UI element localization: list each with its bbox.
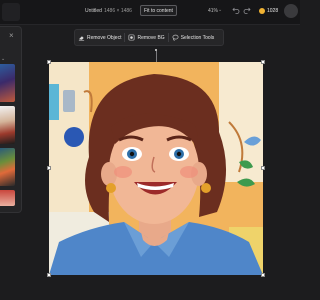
resize-handle-top-left[interactable] [47,60,51,64]
rotate-handle-line [155,51,157,62]
panel-chevron-icon[interactable]: ⌄ [1,56,5,62]
resize-handle-left[interactable] [47,166,51,170]
selection-tools-button[interactable]: Selection Tools [169,30,218,45]
eraser-icon [78,36,85,41]
remove-object-button[interactable]: Remove Object [75,30,124,45]
document-title[interactable]: Untitled [85,8,102,14]
remove-bg-icon [129,34,135,41]
fit-to-content-button[interactable]: Fit to content [140,5,177,16]
app-logo[interactable] [2,3,20,21]
remove-object-label: Remove Object [87,34,122,41]
gallery-thumbnail[interactable] [0,106,15,144]
image-canvas[interactable] [49,62,263,275]
undo-icon[interactable] [232,6,240,14]
credits-value: 1028 [267,8,279,14]
portrait-illustration [49,62,263,275]
resize-handle-bottom-left[interactable] [47,273,51,277]
resize-handle-right[interactable] [261,166,265,170]
zoom-chevron-down-icon[interactable]: ⌄ [218,7,222,13]
gallery-thumbnail[interactable] [0,148,15,186]
selection-tools-label: Selection Tools [180,34,215,41]
resize-handle-bottom-right[interactable] [261,273,265,277]
credits-counter[interactable]: 1028 [259,7,278,15]
remove-bg-button[interactable]: Remove BG [125,30,167,45]
redo-icon[interactable] [243,6,251,14]
zoom-level[interactable]: 41% [208,8,218,14]
image-tools-toolbar: Remove Object Remove BG Selection Tools [74,29,224,46]
avatar[interactable] [284,4,298,18]
document-size: 1486 × 1486 [104,8,132,14]
top-bar: Untitled 1486 × 1486 Fit to content 41% … [0,0,300,25]
resize-handle-top-right[interactable] [261,60,265,64]
close-icon[interactable]: × [9,32,14,40]
remove-bg-label: Remove BG [137,34,165,41]
coin-icon [259,8,265,14]
lasso-icon [172,34,179,41]
gallery-thumbnail[interactable] [0,64,15,102]
gallery-thumbnail[interactable] [0,190,15,206]
